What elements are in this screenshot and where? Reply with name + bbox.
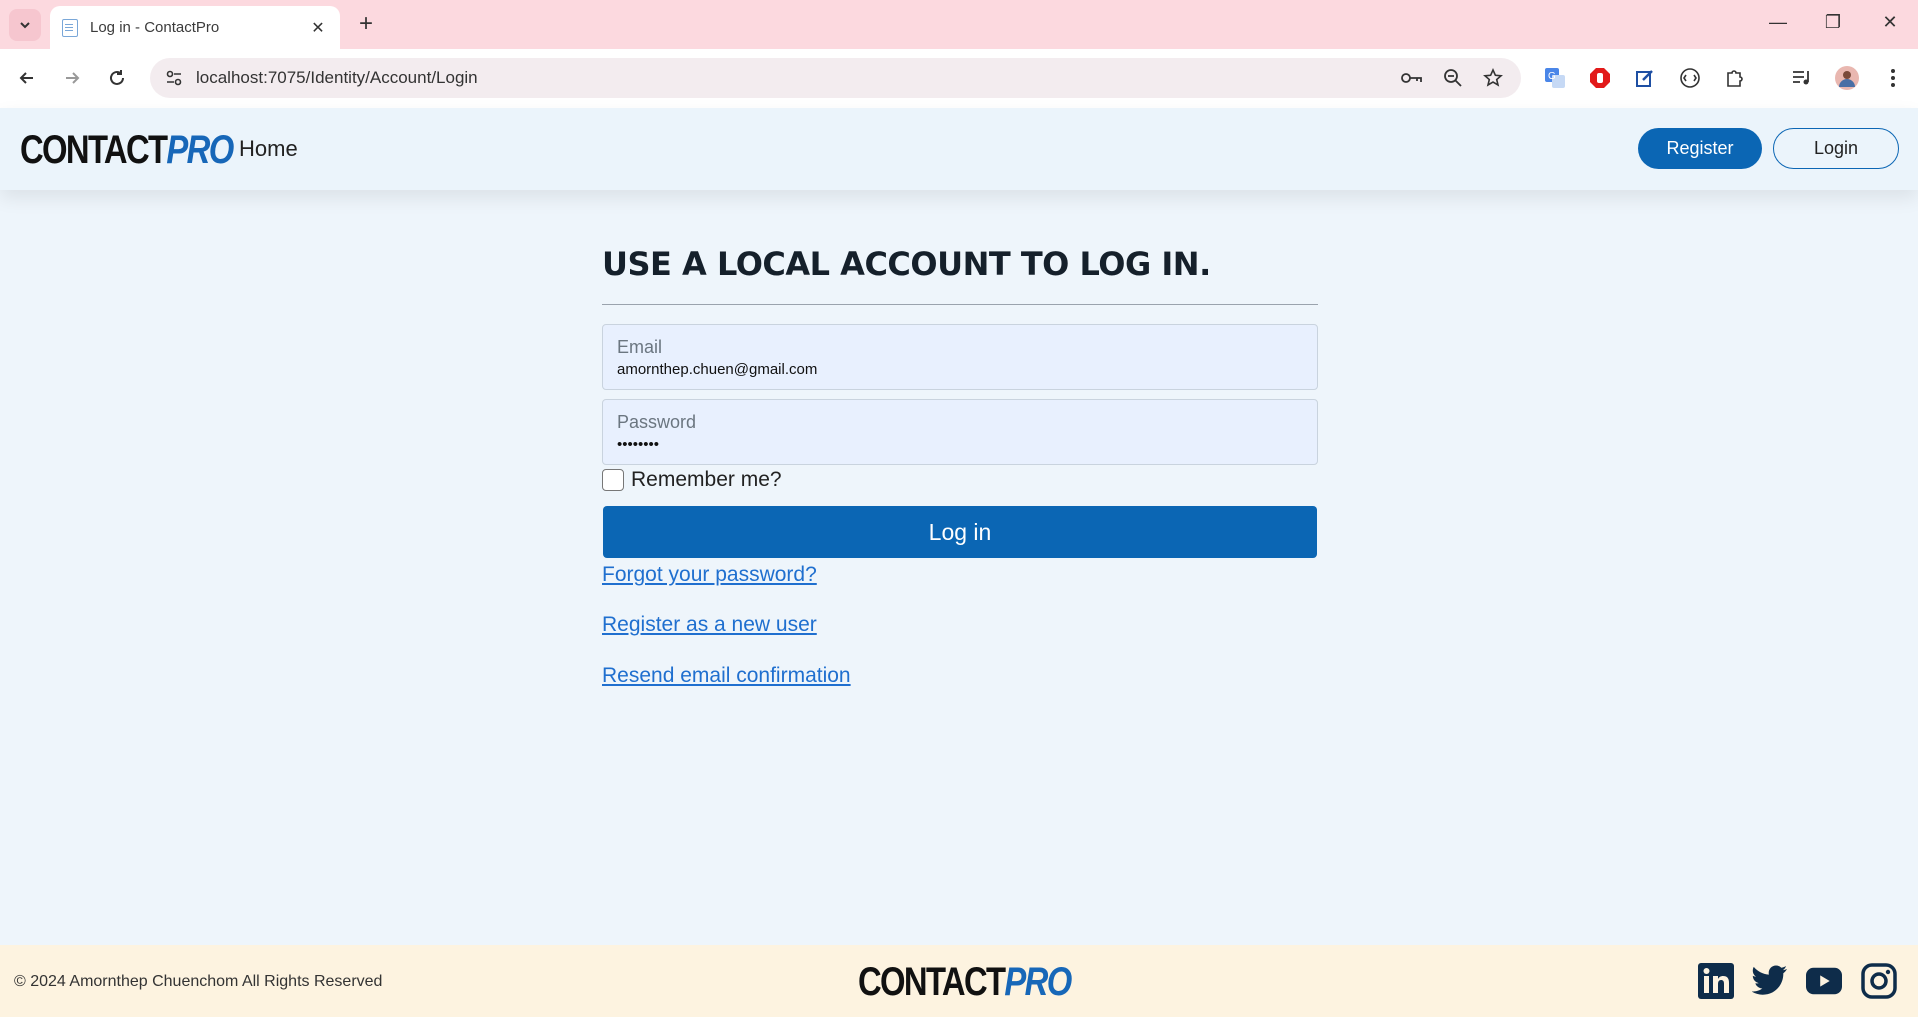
login-button[interactable]: Login [1773, 128, 1899, 169]
register-button[interactable]: Register [1638, 128, 1762, 169]
footer-logo: CONTACTPRO [858, 960, 1072, 1004]
register-new-user-link[interactable]: Register as a new user [602, 613, 817, 637]
svg-text:G: G [1548, 71, 1556, 82]
new-tab-button[interactable]: + [352, 10, 380, 38]
url-text: localhost:7075/Identity/Account/Login [196, 68, 478, 87]
remember-me-label[interactable]: Remember me? [631, 468, 782, 492]
password-key-icon[interactable] [1400, 66, 1424, 90]
nav-home-link[interactable]: Home [239, 136, 298, 162]
page-title: USE A LOCAL ACCOUNT TO LOG IN. [602, 245, 1211, 283]
minimize-icon[interactable]: — [1766, 12, 1790, 33]
twitter-icon[interactable] [1752, 963, 1788, 999]
google-translate-icon[interactable]: G [1541, 64, 1569, 92]
reload-icon [110, 70, 124, 85]
media-controls-icon[interactable] [1788, 64, 1816, 92]
tab-title: Log in - ContactPro [90, 19, 220, 36]
login-submit-button[interactable]: Log in [603, 506, 1317, 558]
password-value: •••••••• [617, 436, 660, 453]
adblock-icon[interactable] [1586, 64, 1614, 92]
title-divider [602, 304, 1318, 305]
forgot-password-link[interactable]: Forgot your password? [602, 563, 817, 587]
site-info-icon[interactable] [160, 64, 188, 92]
back-button[interactable] [12, 63, 42, 93]
browser-tabstrip: Log in - ContactPro ✕ + — ❐ ✕ [0, 0, 1918, 49]
browser-menu-icon[interactable] [1879, 64, 1907, 92]
address-bar[interactable]: localhost:7075/Identity/Account/Login [150, 58, 1521, 98]
site-navbar: CONTACTPRO Home Register Login [0, 108, 1918, 190]
forward-button[interactable] [57, 63, 87, 93]
copyright-text: © 2024 Amornthep Chuenchom All Rights Re… [14, 973, 383, 990]
browser-tab-active[interactable]: Log in - ContactPro ✕ [50, 6, 340, 49]
arrow-left-icon [19, 72, 33, 84]
password-field[interactable]: Password •••••••• [602, 399, 1318, 465]
chevron-down-icon [20, 22, 30, 29]
email-label: Email [617, 337, 663, 357]
email-value: amornthep.chuen@gmail.com [617, 361, 818, 378]
remember-me-checkbox[interactable] [602, 469, 624, 491]
contactpro-logo[interactable]: CONTACTPRO [20, 130, 234, 170]
linkedin-icon[interactable] [1698, 963, 1734, 999]
page-favicon-icon [62, 18, 78, 37]
youtube-icon[interactable] [1806, 963, 1842, 999]
edit-extension-icon[interactable] [1631, 64, 1659, 92]
email-field[interactable]: Email amornthep.chuen@gmail.com [602, 324, 1318, 390]
password-label: Password [617, 412, 697, 432]
tab-search-button[interactable] [9, 9, 41, 41]
bookmark-star-icon[interactable] [1481, 66, 1505, 90]
resend-confirmation-link[interactable]: Resend email confirmation [602, 664, 851, 688]
arrow-right-icon [66, 72, 80, 84]
zoom-icon[interactable] [1441, 66, 1465, 90]
remember-me-row: Remember me? [602, 468, 782, 492]
profile-avatar[interactable] [1833, 64, 1861, 92]
instagram-icon[interactable] [1861, 963, 1897, 999]
close-window-icon[interactable]: ✕ [1878, 12, 1902, 33]
restore-icon[interactable]: ❐ [1821, 12, 1845, 33]
browser-toolbar: localhost:7075/Identity/Account/Login G [0, 49, 1918, 108]
reload-button[interactable] [102, 63, 132, 93]
site-footer: © 2024 Amornthep Chuenchom All Rights Re… [0, 945, 1918, 1017]
devtools-extension-icon[interactable] [1676, 64, 1704, 92]
extensions-puzzle-icon[interactable] [1721, 64, 1749, 92]
tab-close-icon[interactable]: ✕ [308, 18, 328, 38]
